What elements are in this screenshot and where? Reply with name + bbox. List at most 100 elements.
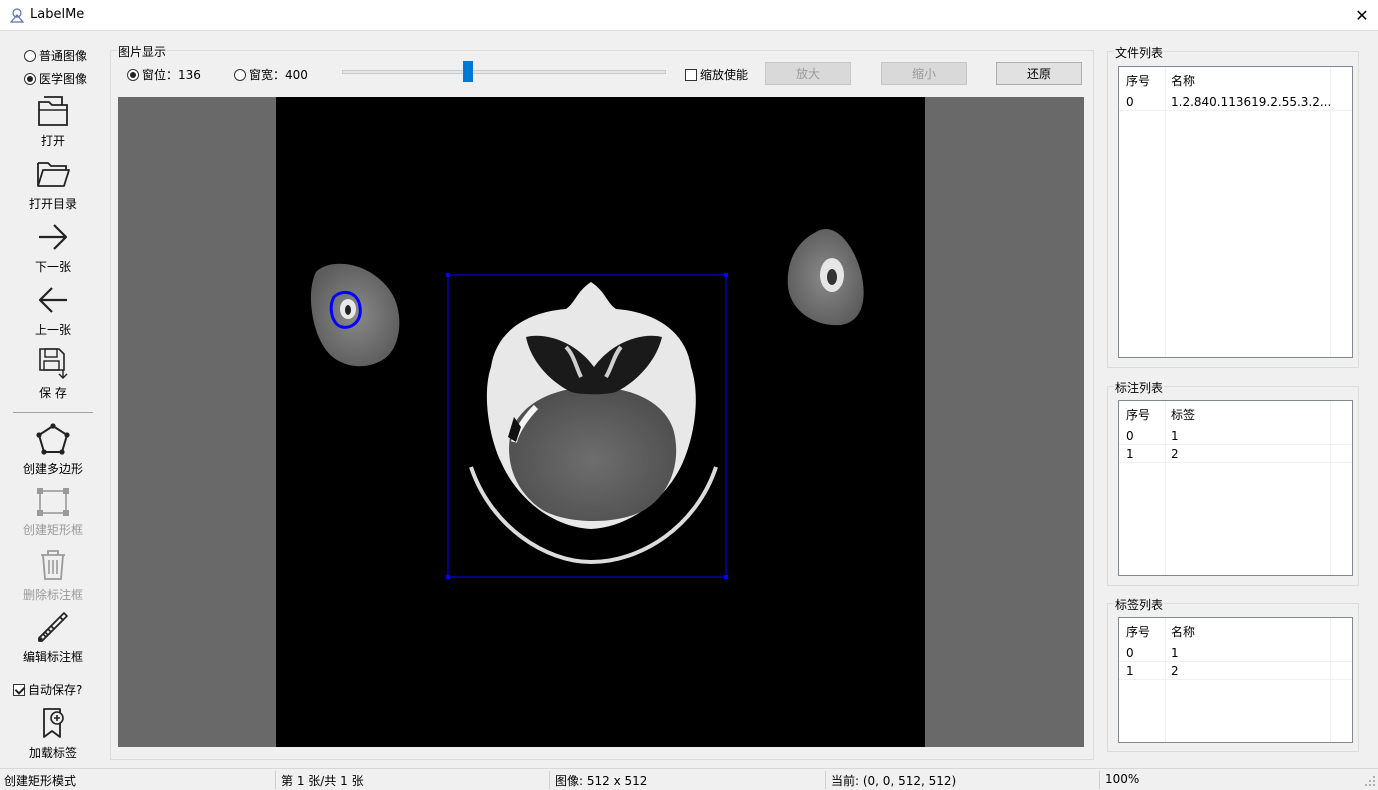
header-name: 名称 (1171, 73, 1196, 88)
status-zoom: 100% (1105, 772, 1140, 786)
label-list-header: 序号 名称 (1119, 618, 1352, 644)
radio-icon (234, 68, 246, 81)
status-image-size: 图像: 512 x 512 (555, 774, 648, 788)
add-label-icon (43, 708, 64, 738)
column-divider (1165, 618, 1166, 742)
next-image-button[interactable]: 下一张 (3, 220, 103, 275)
image-display-title: 图片显示 (117, 43, 168, 60)
column-divider (1330, 618, 1331, 742)
column-divider (1165, 67, 1166, 357)
file-list-header: 序号 名称 (1119, 67, 1352, 93)
mode-medical-label: 医学图像 (39, 72, 88, 86)
annotation-list-header: 序号 标签 (1119, 401, 1352, 427)
zoom-enable-label: 缩放使能 (700, 68, 749, 82)
checkbox-checked-icon (13, 683, 25, 696)
table-row[interactable]: 0 1 (1119, 644, 1352, 662)
row-index: 1 (1126, 663, 1134, 678)
row-label: 1 (1171, 428, 1179, 443)
prev-image-label: 上一张 (34, 323, 71, 337)
status-page: 第 1 张/共 1 张 (281, 774, 364, 788)
radio-checked-icon (24, 72, 36, 85)
delete-box-button[interactable]: 删除标注框 (3, 548, 103, 603)
header-label: 标签 (1171, 407, 1196, 422)
pencil-icon (38, 611, 69, 642)
reset-button[interactable]: 还原 (996, 62, 1082, 85)
status-current: 当前: (0, 0, 512, 512) (831, 774, 957, 788)
app-icon (9, 8, 25, 23)
mode-medical-radio[interactable]: 医学图像 (24, 70, 87, 87)
create-polygon-label: 创建多边形 (22, 462, 83, 476)
checkbox-icon (685, 68, 697, 81)
create-polygon-button[interactable]: 创建多边形 (3, 422, 103, 477)
window-slider-track[interactable] (342, 70, 666, 74)
arrow-left-icon (38, 287, 67, 313)
status-bar: 创建矩形模式 第 1 张/共 1 张 图像: 512 x 512 当前: (0,… (0, 768, 1378, 790)
mode-normal-radio[interactable]: 普通图像 (24, 47, 87, 64)
header-index: 序号 (1126, 407, 1151, 422)
table-row[interactable]: 1 2 (1119, 662, 1352, 680)
load-labels-button[interactable]: 加载标签 (3, 706, 103, 761)
row-name: 2 (1171, 663, 1179, 678)
polygon-icon (36, 423, 70, 455)
load-labels-label: 加载标签 (28, 746, 77, 760)
save-button[interactable]: 保 存 (3, 346, 103, 401)
annotation-list-title: 标注列表 (1114, 379, 1165, 396)
rectangle-icon (37, 488, 69, 516)
file-list-table[interactable]: 序号 名称 0 1.2.840.113619.2.55.3.2... (1118, 66, 1353, 358)
trash-icon (41, 550, 65, 580)
window-level-label: 窗位：136 (142, 68, 201, 82)
toolbar-divider (13, 412, 93, 413)
status-divider (825, 771, 826, 789)
auto-save-label: 自动保存? (28, 683, 83, 697)
window-slider-thumb[interactable] (463, 61, 473, 82)
column-divider (1330, 67, 1331, 357)
row-index: 0 (1126, 94, 1134, 109)
window-level-radio[interactable]: 窗位：136 (127, 66, 201, 83)
save-label: 保 存 (39, 386, 67, 400)
column-divider (1165, 401, 1166, 575)
file-list-title: 文件列表 (1114, 44, 1165, 61)
folder-icon (37, 162, 70, 187)
annotation-list-table[interactable]: 序号 标签 0 1 1 2 (1118, 400, 1353, 576)
row-label: 2 (1171, 446, 1179, 461)
prev-image-button[interactable]: 上一张 (3, 283, 103, 338)
row-name: 1.2.840.113619.2.55.3.2... (1171, 94, 1332, 109)
window-title: LabelMe (30, 7, 85, 22)
table-row[interactable]: 1 2 (1119, 445, 1352, 463)
label-list-table[interactable]: 序号 名称 0 1 1 2 (1118, 617, 1353, 743)
status-divider (549, 771, 550, 789)
radio-checked-icon (127, 68, 139, 81)
radio-icon (24, 49, 36, 62)
table-row[interactable]: 0 1 (1119, 427, 1352, 445)
label-list-title: 标签列表 (1114, 596, 1165, 613)
title-bar: LabelMe ✕ (0, 0, 1378, 31)
next-image-label: 下一张 (34, 260, 71, 274)
zoom-out-button[interactable]: 缩小 (881, 62, 967, 85)
zoom-in-button[interactable]: 放大 (765, 62, 851, 85)
header-index: 序号 (1126, 73, 1151, 88)
edit-box-button[interactable]: 编辑标注框 (3, 610, 103, 665)
create-rectangle-label: 创建矩形框 (22, 523, 83, 537)
resize-grip-icon[interactable] (1364, 775, 1376, 787)
ct-image[interactable] (276, 97, 925, 747)
row-index: 1 (1126, 446, 1134, 461)
arrow-right-icon (39, 224, 68, 250)
close-button[interactable]: ✕ (1346, 0, 1378, 31)
status-mode: 创建矩形模式 (4, 774, 77, 788)
open-directory-button[interactable]: 打开目录 (3, 157, 103, 212)
save-icon (39, 348, 68, 379)
open-button[interactable]: 打开 (3, 94, 103, 149)
window-width-radio[interactable]: 窗宽：400 (234, 66, 308, 83)
edit-box-label: 编辑标注框 (22, 650, 83, 664)
row-name: 1 (1171, 645, 1179, 660)
status-divider (1099, 771, 1100, 789)
open-label: 打开 (40, 134, 65, 148)
create-rectangle-button[interactable]: 创建矩形框 (3, 487, 103, 538)
table-row[interactable]: 0 1.2.840.113619.2.55.3.2... (1119, 93, 1352, 111)
auto-save-checkbox[interactable]: 自动保存? (13, 681, 82, 698)
mode-normal-label: 普通图像 (39, 49, 88, 63)
delete-box-label: 删除标注框 (22, 588, 83, 602)
open-directory-label: 打开目录 (28, 197, 77, 211)
zoom-enable-checkbox[interactable]: 缩放使能 (685, 66, 748, 83)
header-index: 序号 (1126, 624, 1151, 639)
